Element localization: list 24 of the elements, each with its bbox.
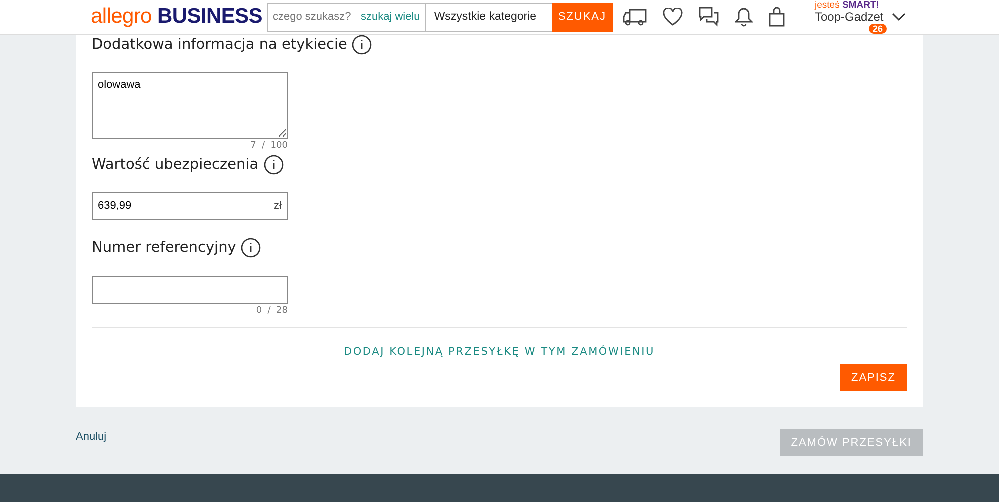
smart-label: jesteś SMART!: [815, 0, 880, 11]
add-shipment-link[interactable]: DODAJ KOLEJNĄ PRZESYŁKĘ W TYM ZAMÓWIENIU: [344, 346, 656, 358]
truck-icon[interactable]: [623, 7, 647, 27]
allegro-business-logo[interactable]: allegro BUSINESS: [91, 5, 267, 29]
character-counter: 0 / 28: [256, 306, 288, 316]
field-label: Dodatkowa informacja na etykiecie: [92, 37, 348, 53]
field-label: Numer referencyjny: [92, 240, 236, 256]
info-icon[interactable]: [241, 238, 262, 258]
chevron-down-icon[interactable]: [892, 12, 906, 22]
info-icon[interactable]: [352, 35, 372, 55]
text-area[interactable]: olowawa: [92, 72, 288, 139]
character-counter: 7 / 100: [250, 141, 288, 151]
chat-icon[interactable]: [699, 7, 719, 27]
bell-icon[interactable]: [735, 7, 753, 27]
info-icon[interactable]: [264, 155, 284, 175]
notification-badge: 26: [869, 24, 888, 34]
shopping-bag-icon[interactable]: [769, 7, 785, 27]
text-field[interactable]: [92, 276, 288, 304]
currency-unit: zł: [274, 200, 282, 212]
user-menu[interactable]: Toop-Gadzet: [815, 11, 884, 24]
cancel-link[interactable]: Anuluj: [76, 431, 107, 456]
search-many-link[interactable]: szukaj wielu: [353, 11, 426, 23]
field-label: Wartość ubezpieczenia: [92, 157, 259, 173]
heart-icon[interactable]: [663, 8, 683, 26]
